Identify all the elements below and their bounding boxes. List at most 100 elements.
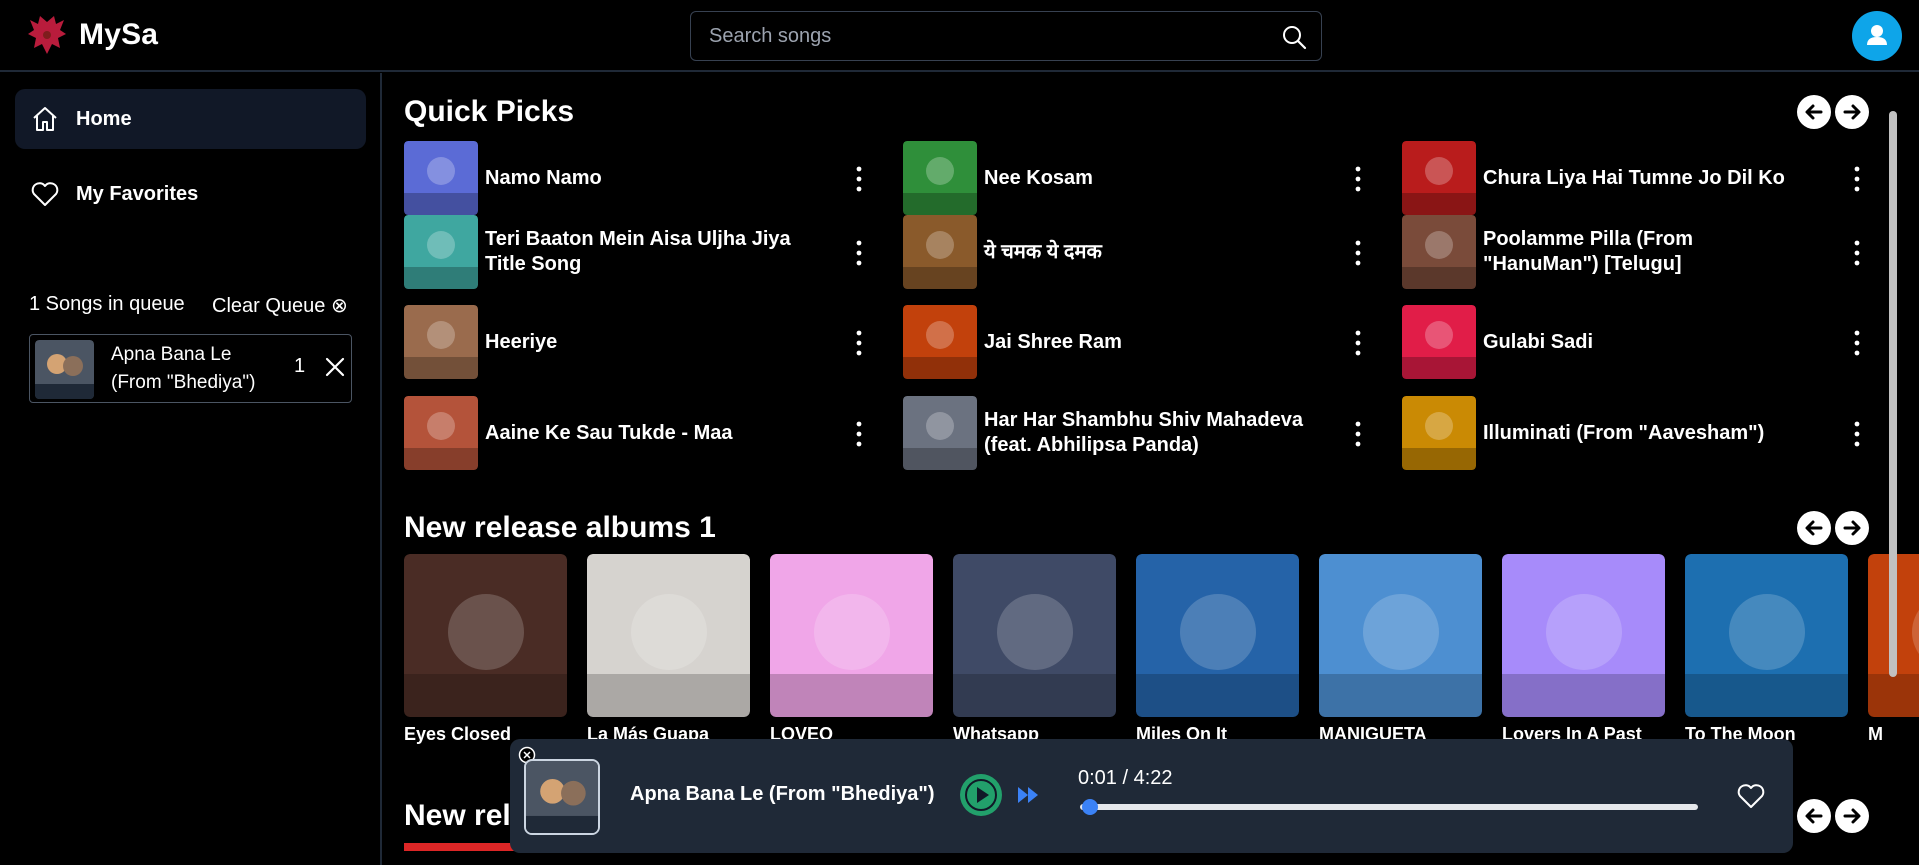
album-cover (404, 554, 567, 717)
quick-pick-item[interactable]: Illuminati (From "Aavesham") (1402, 396, 1882, 472)
next-section-thumb-strip (404, 843, 524, 851)
arrow-right-icon (1843, 808, 1861, 824)
song-title: Illuminati (From "Aavesham") (1483, 421, 1765, 444)
song-thumbnail (404, 396, 478, 470)
sidebar-item-favorites[interactable]: My Favorites (15, 164, 366, 224)
song-thumbnail (1402, 215, 1476, 289)
close-icon[interactable] (323, 355, 347, 379)
heart-icon (31, 182, 59, 206)
album-cover (1502, 554, 1665, 717)
song-title: Gulabi Sadi (1483, 330, 1594, 353)
quick-pick-item[interactable]: Chura Liya Hai Tumne Jo Dil Ko (1402, 141, 1882, 217)
more-options-icon[interactable] (1355, 329, 1361, 357)
home-icon (33, 107, 57, 131)
album-card[interactable]: LOVEO (770, 554, 933, 744)
song-thumbnail (404, 305, 478, 379)
now-playing-title: Apna Bana Le (From "Bhediya") (630, 783, 935, 805)
section-title-new-releases: New release albums 1 (404, 511, 716, 544)
now-playing-thumbnail (524, 759, 600, 835)
quick-pick-item[interactable]: Poolamme Pilla (From "HanuMan") [Telugu] (1402, 215, 1882, 291)
album-card[interactable]: Eyes Closed (404, 554, 567, 744)
more-options-icon[interactable] (1854, 329, 1860, 357)
progress-bar[interactable] (1080, 804, 1698, 810)
favorite-heart-icon[interactable] (1736, 781, 1766, 811)
song-thumbnail (903, 215, 977, 289)
more-options-icon[interactable] (1355, 420, 1361, 448)
song-title: Teri Baaton Mein Aisa Uljha Jiya Title S… (485, 228, 791, 275)
song-thumbnail (903, 141, 977, 215)
quick-pick-item[interactable]: Teri Baaton Mein Aisa Uljha Jiya Title S… (404, 215, 884, 291)
queue-item[interactable]: Apna Bana Le (From "Bhediya") 1 (29, 334, 352, 403)
next-button[interactable] (1835, 511, 1869, 545)
arrow-left-icon (1805, 808, 1823, 824)
next-button[interactable] (1835, 95, 1869, 129)
more-options-icon[interactable] (1355, 239, 1361, 267)
quick-pick-item[interactable]: Aaine Ke Sau Tukde - Maa (404, 396, 884, 472)
new-releases-arrows (1797, 511, 1869, 545)
quick-pick-item[interactable]: Namo Namo (404, 141, 884, 217)
scrollbar-thumb[interactable] (1889, 111, 1897, 677)
fast-forward-icon[interactable] (1015, 782, 1041, 808)
song-title: Nee Kosam (984, 166, 1093, 189)
prev-button[interactable] (1797, 95, 1831, 129)
sidebar-item-home[interactable]: Home (15, 89, 366, 149)
song-title: Poolamme Pilla (From "HanuMan") [Telugu] (1483, 228, 1694, 275)
album-cover (1319, 554, 1482, 717)
album-card[interactable]: MANIGUETA (1319, 554, 1482, 744)
queue-item-number: 1 (294, 355, 306, 377)
sidebar-item-label: My Favorites (76, 182, 199, 205)
sidebar: Home My Favorites 1 Songs in queue Clear… (0, 73, 382, 865)
arrow-right-icon (1843, 104, 1861, 120)
quick-pick-item[interactable]: Gulabi Sadi (1402, 305, 1882, 381)
now-playing-bar: Apna Bana Le (From "Bhediya") 0:01 / 4:2… (510, 739, 1793, 853)
song-title: Aaine Ke Sau Tukde - Maa (485, 421, 733, 444)
album-card[interactable]: To The Moon (1685, 554, 1848, 744)
user-icon (1867, 25, 1887, 45)
song-title: Har Har Shambhu Shiv Mahadeva (feat. Abh… (984, 409, 1303, 456)
song-title: Namo Namo (485, 166, 602, 189)
quick-pick-item[interactable]: Jai Shree Ram (903, 305, 1383, 381)
prev-button[interactable] (1797, 799, 1831, 833)
quick-pick-item[interactable]: Nee Kosam (903, 141, 1383, 217)
album-cover (770, 554, 933, 717)
logo-icon (28, 16, 66, 54)
user-avatar[interactable] (1852, 11, 1902, 61)
search-icon[interactable] (1281, 24, 1307, 50)
quick-pick-item[interactable]: Heeriye (404, 305, 884, 381)
more-options-icon[interactable] (856, 420, 862, 448)
more-options-icon[interactable] (856, 239, 862, 267)
song-title: ये चमक ये दमक (984, 240, 1102, 263)
section-title-next: New rel (404, 799, 511, 832)
song-thumbnail (404, 215, 478, 289)
song-thumbnail (903, 305, 977, 379)
quick-pick-item[interactable]: ये चमक ये दमक (903, 215, 1383, 291)
album-cover (587, 554, 750, 717)
queue-item-title: Apna Bana Le (From "Bhediya") (111, 344, 256, 393)
album-card[interactable]: La Más Guapa (587, 554, 750, 744)
album-card[interactable]: Lovers In A Past (1502, 554, 1665, 744)
more-options-icon[interactable] (856, 165, 862, 193)
clear-queue-button[interactable]: Clear Queue ⊗ (212, 293, 348, 318)
prev-button[interactable] (1797, 511, 1831, 545)
sidebar-item-label: Home (76, 107, 132, 130)
queue-count: 1 Songs in queue (29, 293, 185, 315)
more-options-icon[interactable] (1854, 420, 1860, 448)
play-button[interactable] (960, 774, 1002, 816)
top-bar: MySa (0, 0, 1919, 72)
quick-pick-item[interactable]: Har Har Shambhu Shiv Mahadeva (feat. Abh… (903, 396, 1383, 472)
quick-picks-arrows (1797, 95, 1869, 129)
more-options-icon[interactable] (1355, 165, 1361, 193)
album-card[interactable]: Miles On It (1136, 554, 1299, 744)
album-cover (953, 554, 1116, 717)
more-options-icon[interactable] (1854, 165, 1860, 193)
album-card[interactable]: Whatsapp (953, 554, 1116, 744)
search-input[interactable] (709, 12, 1269, 60)
next-button[interactable] (1835, 799, 1869, 833)
arrow-left-icon (1805, 520, 1823, 536)
progress-knob[interactable] (1082, 799, 1099, 815)
more-options-icon[interactable] (1854, 239, 1860, 267)
arrow-left-icon (1805, 104, 1823, 120)
app-name: MySa (79, 18, 159, 51)
more-options-icon[interactable] (856, 329, 862, 357)
play-icon (965, 779, 997, 811)
